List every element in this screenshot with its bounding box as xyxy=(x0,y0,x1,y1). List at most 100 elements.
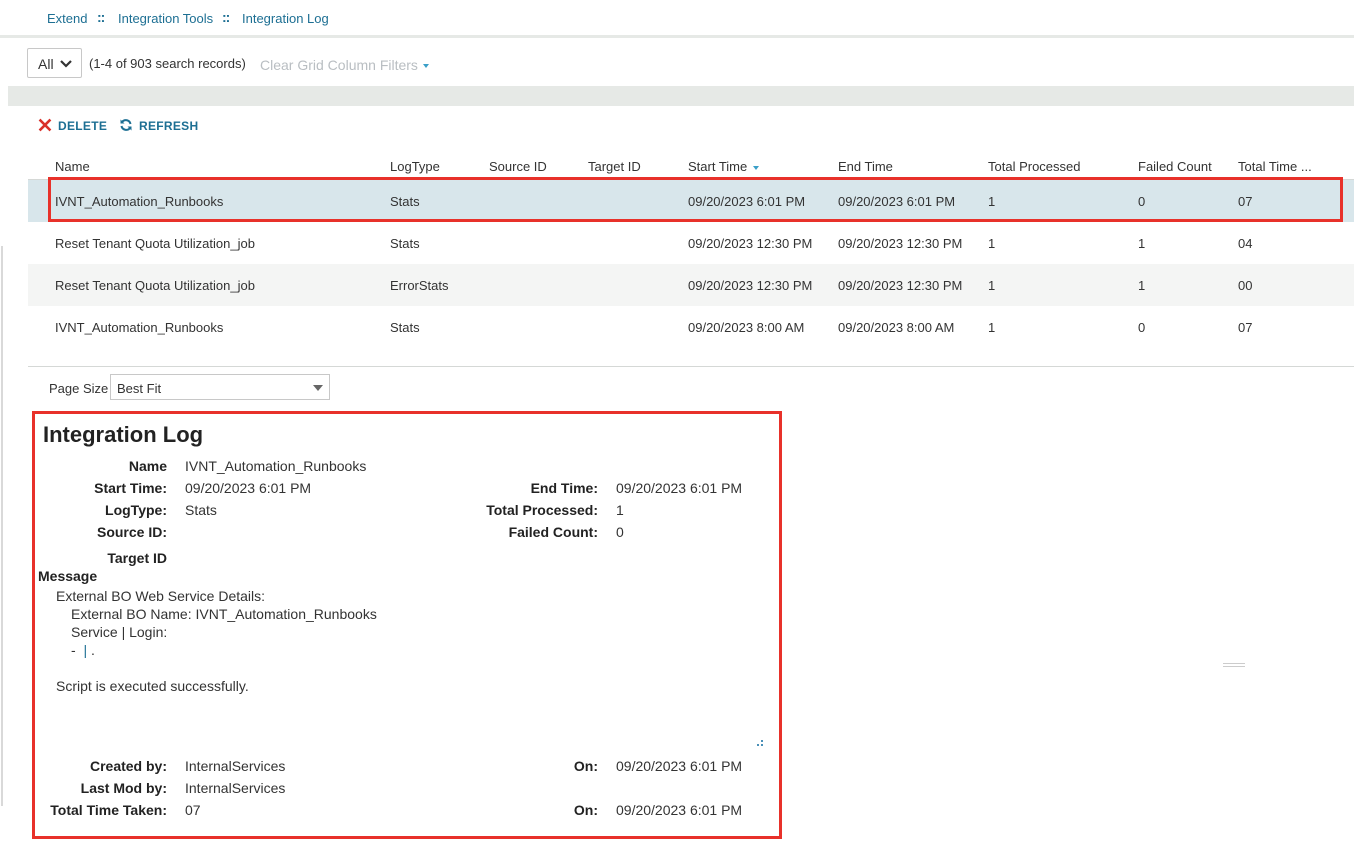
label-end-time: End Time: xyxy=(530,480,598,496)
value-created-by: InternalServices xyxy=(185,758,286,774)
value-total-time-taken: 07 xyxy=(185,802,201,818)
cell-total-processed: 1 xyxy=(988,236,996,251)
cell-total-processed: 1 xyxy=(988,278,996,293)
col-header-target-id[interactable]: Target ID xyxy=(588,159,641,174)
cell-end-time: 09/20/2023 8:00 AM xyxy=(838,320,955,335)
label-created-on: On: xyxy=(573,758,598,774)
cell-name: IVNT_Automation_Runbooks xyxy=(55,194,224,209)
label-created-by: Created by: xyxy=(89,758,167,774)
label-source-id: Source ID: xyxy=(96,524,167,540)
cell-failed-count: 0 xyxy=(1138,194,1146,209)
grid-footer: Page Size Best Fit xyxy=(28,366,1354,667)
value-logtype: Stats xyxy=(185,502,217,518)
col-header-end-time[interactable]: End Time xyxy=(838,159,893,174)
grid-panel: DELETE REFRESH Name LogType Source ID Ta… xyxy=(28,106,1354,667)
col-header-logtype[interactable]: LogType xyxy=(390,159,440,174)
refresh-icon xyxy=(120,119,132,131)
message-dash: - xyxy=(71,642,76,658)
refresh-label: REFRESH xyxy=(139,119,199,133)
message-dot: . xyxy=(90,642,95,658)
col-header-total-processed[interactable]: Total Processed xyxy=(988,159,1081,174)
table-row[interactable]: Reset Tenant Quota Utilization_job Error… xyxy=(28,264,1354,306)
detail-title: Integration Log xyxy=(43,422,204,447)
label-last-mod-on: On: xyxy=(573,802,598,818)
message-line: External BO Web Service Details: xyxy=(56,588,266,604)
cell-total-processed: 1 xyxy=(988,320,996,335)
cell-total-time: 07 xyxy=(1238,194,1253,209)
cell-failed-count: 0 xyxy=(1138,320,1146,335)
message-line: Service | Login: xyxy=(71,624,168,640)
cell-name: Reset Tenant Quota Utilization_job xyxy=(55,278,255,293)
cell-logtype: Stats xyxy=(390,236,420,251)
value-created-on: 09/20/2023 6:01 PM xyxy=(616,758,743,774)
filter-bar: All (1-4 of 903 search records) Clear Gr… xyxy=(8,41,1354,86)
col-header-source-id[interactable]: Source ID xyxy=(489,159,547,174)
label-target-id: Target ID xyxy=(107,550,167,566)
label-logtype: LogType: xyxy=(105,502,167,518)
message-line: Script is executed successfully. xyxy=(56,678,249,694)
cell-logtype: ErrorStats xyxy=(390,278,449,293)
cell-start-time: 09/20/2023 8:00 AM xyxy=(688,320,805,335)
table-row[interactable]: Reset Tenant Quota Utilization_job Stats… xyxy=(28,222,1354,264)
breadcrumb-integration-tools[interactable]: Integration Tools xyxy=(118,11,213,26)
scope-select-value: All xyxy=(38,56,54,72)
message-line: - | . xyxy=(71,642,95,658)
cell-end-time: 09/20/2023 12:30 PM xyxy=(838,278,963,293)
value-last-mod-by: InternalServices xyxy=(185,780,286,796)
label-total-time-taken: Total Time Taken: xyxy=(50,802,167,818)
cell-logtype: Stats xyxy=(390,320,420,335)
detail-panel: Integration Log Name IVNT_Automation_Run… xyxy=(28,406,788,856)
cell-start-time: 09/20/2023 12:30 PM xyxy=(688,236,813,251)
clear-grid-filters-link[interactable]: Clear Grid Column Filters xyxy=(260,57,429,73)
breadcrumb-integration-log: Integration Log xyxy=(242,11,329,26)
page-size-value: Best Fit xyxy=(117,381,162,396)
caret-down-icon xyxy=(313,385,323,391)
delete-label: DELETE xyxy=(58,119,108,133)
value-end-time: 09/20/2023 6:01 PM xyxy=(616,480,743,496)
table-row[interactable]: IVNT_Automation_Runbooks Stats 09/20/202… xyxy=(28,180,1354,222)
cell-name: Reset Tenant Quota Utilization_job xyxy=(55,236,255,251)
col-header-failed-count[interactable]: Failed Count xyxy=(1138,159,1212,174)
clear-grid-filters-label: Clear Grid Column Filters xyxy=(260,57,418,73)
col-header-start-time[interactable]: Start Time xyxy=(688,159,760,174)
label-last-mod-by: Last Mod by: xyxy=(80,780,167,796)
col-header-name[interactable]: Name xyxy=(55,159,90,174)
page-size-label: Page Size xyxy=(49,381,109,396)
label-total-processed: Total Processed: xyxy=(486,502,598,518)
cell-logtype: Stats xyxy=(390,194,420,209)
sort-desc-icon xyxy=(753,165,760,170)
value-start-time: 09/20/2023 6:01 PM xyxy=(185,480,312,496)
label-start-time: Start Time: xyxy=(94,480,167,496)
close-icon xyxy=(38,118,52,132)
section-divider xyxy=(8,86,1354,106)
cell-total-time: 07 xyxy=(1238,320,1253,335)
cell-end-time: 09/20/2023 12:30 PM xyxy=(838,236,963,251)
label-failed-count: Failed Count: xyxy=(508,524,598,540)
resize-handle-icon[interactable] xyxy=(756,739,764,747)
cell-total-time: 00 xyxy=(1238,278,1253,293)
table-row[interactable]: IVNT_Automation_Runbooks Stats 09/20/202… xyxy=(28,306,1354,348)
cell-end-time: 09/20/2023 6:01 PM xyxy=(838,194,956,209)
records-count: (1-4 of 903 search records) xyxy=(89,56,246,71)
panel-splitter-handle[interactable] xyxy=(1223,663,1245,667)
breadcrumb-separator: :: xyxy=(97,9,105,25)
col-header-start-time-label: Start Time xyxy=(688,159,748,174)
value-failed-count: 0 xyxy=(616,524,624,540)
label-message: Message xyxy=(38,568,98,584)
page-size-select[interactable]: Best Fit xyxy=(110,374,330,400)
left-scroll-track xyxy=(1,246,3,806)
breadcrumb-extend[interactable]: Extend xyxy=(47,11,87,26)
cell-total-processed: 1 xyxy=(988,194,996,209)
cell-start-time: 09/20/2023 12:30 PM xyxy=(688,278,813,293)
message-line: External BO Name: IVNT_Automation_Runboo… xyxy=(71,606,377,622)
col-header-total-time[interactable]: Total Time ... xyxy=(1238,159,1312,174)
value-name: IVNT_Automation_Runbooks xyxy=(185,458,367,474)
caret-down-icon xyxy=(422,64,429,69)
breadcrumb-separator: :: xyxy=(222,9,230,25)
value-total-processed: 1 xyxy=(616,502,624,518)
label-name: Name xyxy=(128,458,167,474)
scope-select[interactable]: All xyxy=(27,48,82,78)
cell-total-time: 04 xyxy=(1238,236,1253,251)
message-pipe: | xyxy=(83,642,88,658)
left-edge xyxy=(0,38,8,856)
